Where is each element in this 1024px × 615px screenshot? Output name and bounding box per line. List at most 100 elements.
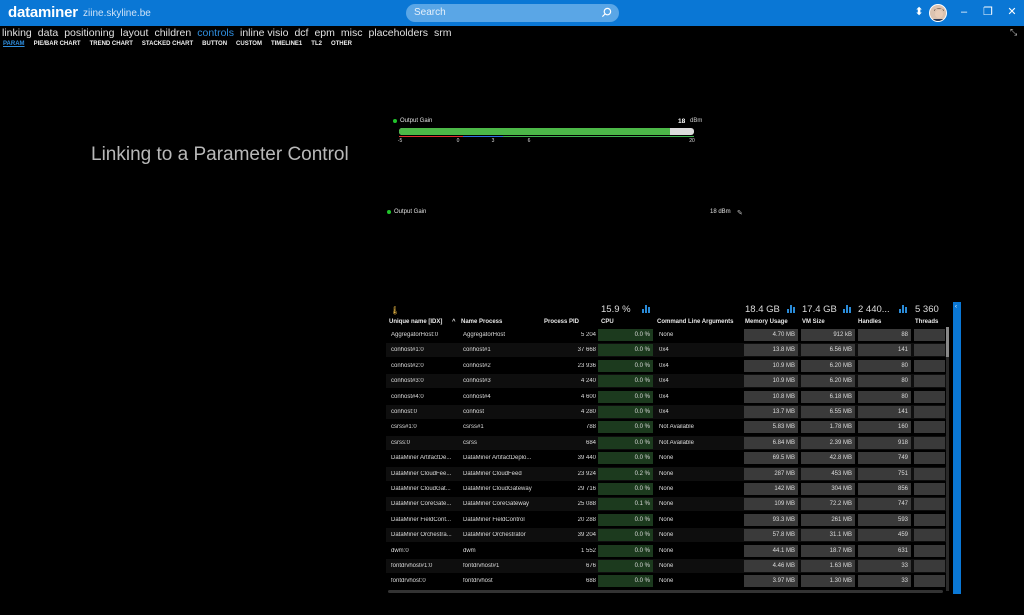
tab-positioning[interactable]: positioning — [64, 27, 114, 40]
header-cpu[interactable]: CPU — [601, 319, 614, 325]
cell-handles: 88 — [858, 329, 911, 341]
cell-unique-name: DataMiner CloudFee... — [391, 471, 457, 477]
header-vm-size[interactable]: VM Size — [802, 319, 825, 325]
table-row[interactable]: conhost#1:0conhost#137 6680.0 %0x413.8 M… — [386, 343, 946, 357]
subtab-other[interactable]: OTHER — [331, 41, 352, 50]
pencil-icon[interactable]: ✎ — [737, 209, 743, 217]
cell-unique-name: fontdrvhost:0 — [391, 578, 457, 584]
table-row[interactable]: fontdrvhost:0fontdrvhost6880.0 %None3.97… — [386, 574, 946, 588]
cell-pid: 688 — [546, 578, 596, 584]
subtab-custom[interactable]: CUSTOM — [236, 41, 262, 50]
chevron-left-icon: ‹ — [955, 304, 957, 310]
table-row[interactable]: DataMiner Orchestra...DataMiner Orchestr… — [386, 528, 946, 542]
table-row[interactable]: conhost#3:0conhost#34 2400.0 %0x410.9 MB… — [386, 374, 946, 388]
bar-chart-icon[interactable] — [843, 305, 852, 313]
header-unique-name[interactable]: Unique name [IDX] — [389, 319, 442, 325]
header-name-process[interactable]: Name Process — [461, 319, 502, 325]
vertical-scrollbar[interactable] — [946, 327, 949, 591]
param-label: Output Gain — [394, 209, 426, 215]
subtab-tl2[interactable]: TL2 — [311, 41, 322, 50]
cell-cpu: 0.0 % — [598, 560, 653, 572]
sort-asc-icon[interactable]: ^ — [452, 319, 456, 325]
tab-dcf[interactable]: dcf — [294, 27, 308, 40]
tab-inline-visio[interactable]: inline visio — [240, 27, 288, 40]
table-row[interactable]: DataMiner CoreGate...DataMiner CoreGatew… — [386, 497, 946, 511]
memory-value: 44.1 MB — [773, 548, 795, 554]
gain-bar[interactable] — [399, 128, 694, 135]
cell-vm: 6.55 MB — [801, 406, 855, 418]
search-icon[interactable] — [601, 7, 612, 18]
cell-threads — [914, 545, 945, 557]
cell-command-line: 0x4 — [659, 378, 739, 384]
bar-chart-icon[interactable] — [642, 305, 651, 313]
table-row[interactable]: AggregatorHost:0AggregatorHost5 2040.0 %… — [386, 328, 946, 342]
cell-handles: 856 — [858, 483, 911, 495]
cell-vm: 42.8 MB — [801, 452, 855, 464]
sort-icon[interactable]: ⬍ — [913, 6, 925, 18]
subtab-button[interactable]: BUTTON — [202, 41, 227, 50]
header-handles[interactable]: Handles — [858, 319, 881, 325]
table-row[interactable]: conhost#4:0conhost#44 6000.0 %0x410.8 MB… — [386, 390, 946, 404]
subtab-param[interactable]: PARAM — [3, 41, 25, 50]
collapse-icon[interactable]: ⤡ — [1010, 27, 1020, 37]
table-row[interactable]: conhost:0conhost4 2800.0 %0x413.7 MB6.55… — [386, 405, 946, 419]
secondary-nav: PARAM PIE/BAR CHART TREND CHART STACKED … — [3, 41, 352, 50]
minimize-icon[interactable]: – — [958, 6, 970, 18]
top-bar: dataminer ziine.skyline.be Search ⬍ – ❐ … — [0, 0, 1024, 26]
table-row[interactable]: DataMiner FieldCont...DataMiner FieldCon… — [386, 513, 946, 527]
cell-name-process: DataMiner CloudGateway — [463, 486, 543, 492]
close-icon[interactable]: ✕ — [1006, 6, 1018, 18]
table-row[interactable]: dwm:0dwm1 5520.0 %None44.1 MB18.7 MB631 — [386, 544, 946, 558]
app-brand[interactable]: dataminer — [8, 4, 78, 21]
vm-value: 912 kB — [833, 332, 852, 338]
table-row[interactable]: csrss:0csrss6840.0 %Not Available6.84 MB… — [386, 436, 946, 450]
memory-value: 6.84 MB — [773, 440, 795, 446]
cell-handles: 33 — [858, 575, 911, 587]
horizontal-scrollbar[interactable] — [388, 590, 943, 593]
cell-vm: 18.7 MB — [801, 545, 855, 557]
avatar[interactable] — [929, 4, 947, 22]
tab-data[interactable]: data — [38, 27, 58, 40]
tab-epm[interactable]: epm — [314, 27, 334, 40]
tab-misc[interactable]: misc — [341, 27, 363, 40]
table-row[interactable]: csrss#1:0csrss#17880.0 %Not Available5.8… — [386, 420, 946, 434]
subtab-stacked-chart[interactable]: STACKED CHART — [142, 41, 193, 50]
subtab-pie-bar-chart[interactable]: PIE/BAR CHART — [34, 41, 81, 50]
table-row[interactable]: conhost#2:0conhost#223 9360.0 %0x410.9 M… — [386, 359, 946, 373]
cell-command-line: None — [659, 548, 739, 554]
scrollbar-thumb[interactable] — [946, 327, 949, 357]
cell-pid: 39 204 — [546, 532, 596, 538]
table-row[interactable]: DataMiner CloudFee...DataMiner CloudFeed… — [386, 467, 946, 481]
cell-memory: 5.83 MB — [744, 421, 798, 433]
tab-controls[interactable]: controls — [197, 27, 234, 40]
tab-placeholders[interactable]: placeholders — [369, 27, 429, 40]
cpu-value: 0.1 % — [635, 501, 650, 507]
header-memory-usage[interactable]: Memory Usage — [745, 319, 788, 325]
memory-value: 10.9 MB — [773, 378, 795, 384]
cell-unique-name: AggregatorHost:0 — [391, 332, 457, 338]
header-command-line[interactable]: Command Line Arguments — [657, 319, 733, 325]
memory-value: 4.70 MB — [773, 332, 795, 338]
restore-icon[interactable]: ❐ — [982, 6, 994, 18]
cell-cpu: 0.2 % — [598, 468, 653, 480]
handles-value: 749 — [898, 455, 908, 461]
subtab-trend-chart[interactable]: TREND CHART — [90, 41, 133, 50]
side-panel-toggle[interactable]: ‹ — [953, 302, 961, 594]
memory-value: 10.9 MB — [773, 363, 795, 369]
tab-linking[interactable]: linking — [2, 27, 32, 40]
header-threads[interactable]: Threads — [915, 319, 938, 325]
search-box[interactable]: Search — [406, 4, 619, 22]
table-row[interactable]: DataMiner CloudGat...DataMiner CloudGate… — [386, 482, 946, 496]
cell-unique-name: conhost:0 — [391, 409, 457, 415]
tab-srm[interactable]: srm — [434, 27, 452, 40]
tab-layout[interactable]: layout — [120, 27, 148, 40]
bar-chart-icon[interactable] — [899, 305, 908, 313]
subtab-timeline1[interactable]: TIMELINE1 — [271, 41, 302, 50]
header-process-pid[interactable]: Process PID — [544, 319, 579, 325]
table-row[interactable]: DataMiner ArtifactDe...DataMiner Artifac… — [386, 451, 946, 465]
tab-children[interactable]: children — [154, 27, 191, 40]
bar-chart-icon[interactable] — [787, 305, 796, 313]
cell-command-line: Not Available — [659, 424, 739, 430]
cell-handles: 918 — [858, 437, 911, 449]
table-row[interactable]: fontdrvhost#1:0fontdrvhost#16760.0 %None… — [386, 559, 946, 573]
